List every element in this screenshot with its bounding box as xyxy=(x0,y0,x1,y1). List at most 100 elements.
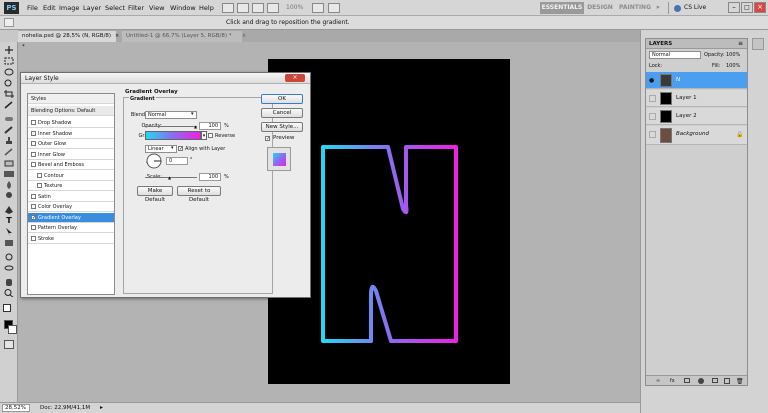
lasso-tool-icon[interactable] xyxy=(4,68,14,76)
cancel-button[interactable]: Cancel xyxy=(261,108,303,118)
visibility-eye-icon[interactable]: ● xyxy=(649,77,656,84)
style-checkbox[interactable] xyxy=(37,172,42,178)
eyedropper-tool-icon[interactable] xyxy=(4,101,14,109)
visibility-toggle[interactable] xyxy=(649,113,656,120)
minibridge-icon[interactable] xyxy=(237,3,249,13)
layer-name[interactable]: N xyxy=(676,77,680,83)
visibility-toggle[interactable] xyxy=(649,131,656,138)
3d-rotate-tool-icon[interactable] xyxy=(4,253,14,261)
screen-mode-icon[interactable] xyxy=(328,3,340,13)
opacity-value[interactable]: 100% xyxy=(726,52,740,58)
make-default-button[interactable]: Make Default xyxy=(137,186,173,203)
layer-row[interactable]: Background 🔒 xyxy=(646,126,747,145)
scale-input[interactable]: 100 xyxy=(199,173,221,181)
document-tab-active[interactable]: nohelia.psd @ 28,5% (N, RGB/8) * xyxy=(18,31,116,50)
layer-row[interactable]: Layer 2 xyxy=(646,108,747,125)
crop-tool-icon[interactable] xyxy=(4,90,14,98)
style-item-texture[interactable]: Texture xyxy=(28,181,114,191)
adjustment-layer-icon[interactable] xyxy=(698,378,704,384)
tab-close-icon[interactable]: × xyxy=(242,33,246,39)
hand-icon[interactable] xyxy=(267,3,279,13)
layers-panel-title[interactable]: LAYERS xyxy=(649,41,672,47)
eraser-tool-icon[interactable] xyxy=(4,159,14,167)
preview-checkbox[interactable]: ✓ xyxy=(265,136,270,142)
new-style-button[interactable]: New Style... xyxy=(261,122,303,132)
style-checkbox[interactable] xyxy=(31,204,36,209)
opacity-input[interactable]: 100 xyxy=(199,122,221,130)
workspace-design[interactable]: DESIGN xyxy=(586,2,614,14)
gradient-picker[interactable] xyxy=(145,131,201,140)
menu-select[interactable]: Select xyxy=(105,4,125,12)
style-checkbox[interactable] xyxy=(31,225,36,230)
layer-name[interactable]: Layer 1 xyxy=(676,95,697,101)
align-with-layer-checkbox[interactable]: ✓ xyxy=(178,146,183,152)
layer-name[interactable]: Background xyxy=(676,131,709,137)
type-tool-icon[interactable]: T xyxy=(4,217,14,225)
layer-blend-mode-select[interactable]: Normal xyxy=(649,51,701,59)
tab-close-icon[interactable]: × xyxy=(115,33,119,39)
menu-image[interactable]: Image xyxy=(59,4,79,12)
path-selection-tool-icon[interactable] xyxy=(4,228,14,236)
angle-dial[interactable] xyxy=(146,153,162,169)
style-checkbox[interactable] xyxy=(37,183,42,188)
background-color-swatch[interactable] xyxy=(8,325,17,334)
style-checkbox[interactable] xyxy=(31,141,36,146)
style-item-stroke[interactable]: Stroke xyxy=(28,234,114,244)
zoom-field[interactable]: 28,52% xyxy=(2,404,30,412)
gradient-tool-icon[interactable] xyxy=(4,170,14,178)
collapsed-panel-icon[interactable] xyxy=(752,38,764,50)
maximize-button[interactable]: □ xyxy=(741,2,753,13)
marquee-tool-icon[interactable] xyxy=(4,57,14,65)
zoom-tool-icon[interactable] xyxy=(4,289,14,298)
workspace-painting[interactable]: PAINTING xyxy=(618,2,652,14)
layer-style-icon[interactable]: fx xyxy=(670,378,675,384)
status-menu-icon[interactable]: ▸ xyxy=(100,404,103,411)
layer-name[interactable]: Layer 2 xyxy=(676,113,697,119)
blend-mode-select[interactable]: Normal xyxy=(145,111,197,119)
scale-slider-knob[interactable]: ▲ xyxy=(168,175,171,180)
style-checkbox[interactable] xyxy=(31,193,36,199)
zoom-select[interactable]: 100% xyxy=(286,4,303,11)
opacity-slider-knob[interactable]: ▲ xyxy=(194,124,197,129)
reset-to-default-button[interactable]: Reset to Default xyxy=(177,186,221,203)
move-tool-icon[interactable] xyxy=(4,46,14,54)
delete-layer-icon[interactable]: 🗑 xyxy=(736,378,744,385)
angle-input[interactable]: 0 xyxy=(166,157,188,165)
style-item-pattern-overlay[interactable]: Pattern Overlay xyxy=(28,223,114,233)
dialog-close-button[interactable]: × xyxy=(285,74,305,82)
dodge-tool-icon[interactable] xyxy=(4,192,14,200)
minimize-button[interactable]: – xyxy=(728,2,740,13)
workspace-more[interactable]: » xyxy=(656,4,660,11)
menu-window[interactable]: Window xyxy=(170,4,196,12)
style-checkbox[interactable] xyxy=(31,130,36,136)
style-item-gradient-overlay[interactable]: ✓ Gradient Overlay xyxy=(28,212,114,223)
style-item-color-overlay[interactable]: Color Overlay xyxy=(28,202,114,212)
grid-icon[interactable] xyxy=(252,3,264,13)
quick-mask-icon[interactable] xyxy=(4,340,14,349)
clone-stamp-tool-icon[interactable] xyxy=(4,137,14,145)
menu-layer[interactable]: Layer xyxy=(83,4,101,12)
quick-select-tool-icon[interactable] xyxy=(4,79,14,87)
layer-row[interactable]: ● N xyxy=(646,72,747,89)
reverse-checkbox[interactable] xyxy=(208,133,213,138)
shape-tool-icon[interactable] xyxy=(4,239,14,247)
opacity-slider-track[interactable] xyxy=(145,126,197,127)
hand-tool-icon[interactable] xyxy=(4,278,14,286)
pen-tool-icon[interactable] xyxy=(4,206,14,214)
layer-row[interactable]: Layer 1 xyxy=(646,90,747,107)
chevron-down-icon[interactable]: ▾ xyxy=(201,131,207,140)
style-checkbox[interactable] xyxy=(31,120,36,125)
link-layers-icon[interactable]: ∞ xyxy=(656,378,660,384)
move-tool-icon[interactable] xyxy=(4,18,14,27)
menu-filter[interactable]: Filter xyxy=(128,4,144,12)
menu-edit[interactable]: Edit xyxy=(43,4,56,12)
arrange-icon[interactable] xyxy=(312,3,324,13)
style-checkbox[interactable] xyxy=(31,162,36,167)
style-item-satin[interactable]: Satin xyxy=(28,192,114,202)
new-group-icon[interactable] xyxy=(712,378,718,383)
default-colors-icon[interactable] xyxy=(3,304,11,312)
workspace-essentials[interactable]: ESSENTIALS xyxy=(540,2,584,14)
new-layer-icon[interactable] xyxy=(724,378,730,384)
style-checkbox[interactable]: ✓ xyxy=(31,214,36,220)
panel-menu-icon[interactable]: ≡ xyxy=(738,40,743,47)
